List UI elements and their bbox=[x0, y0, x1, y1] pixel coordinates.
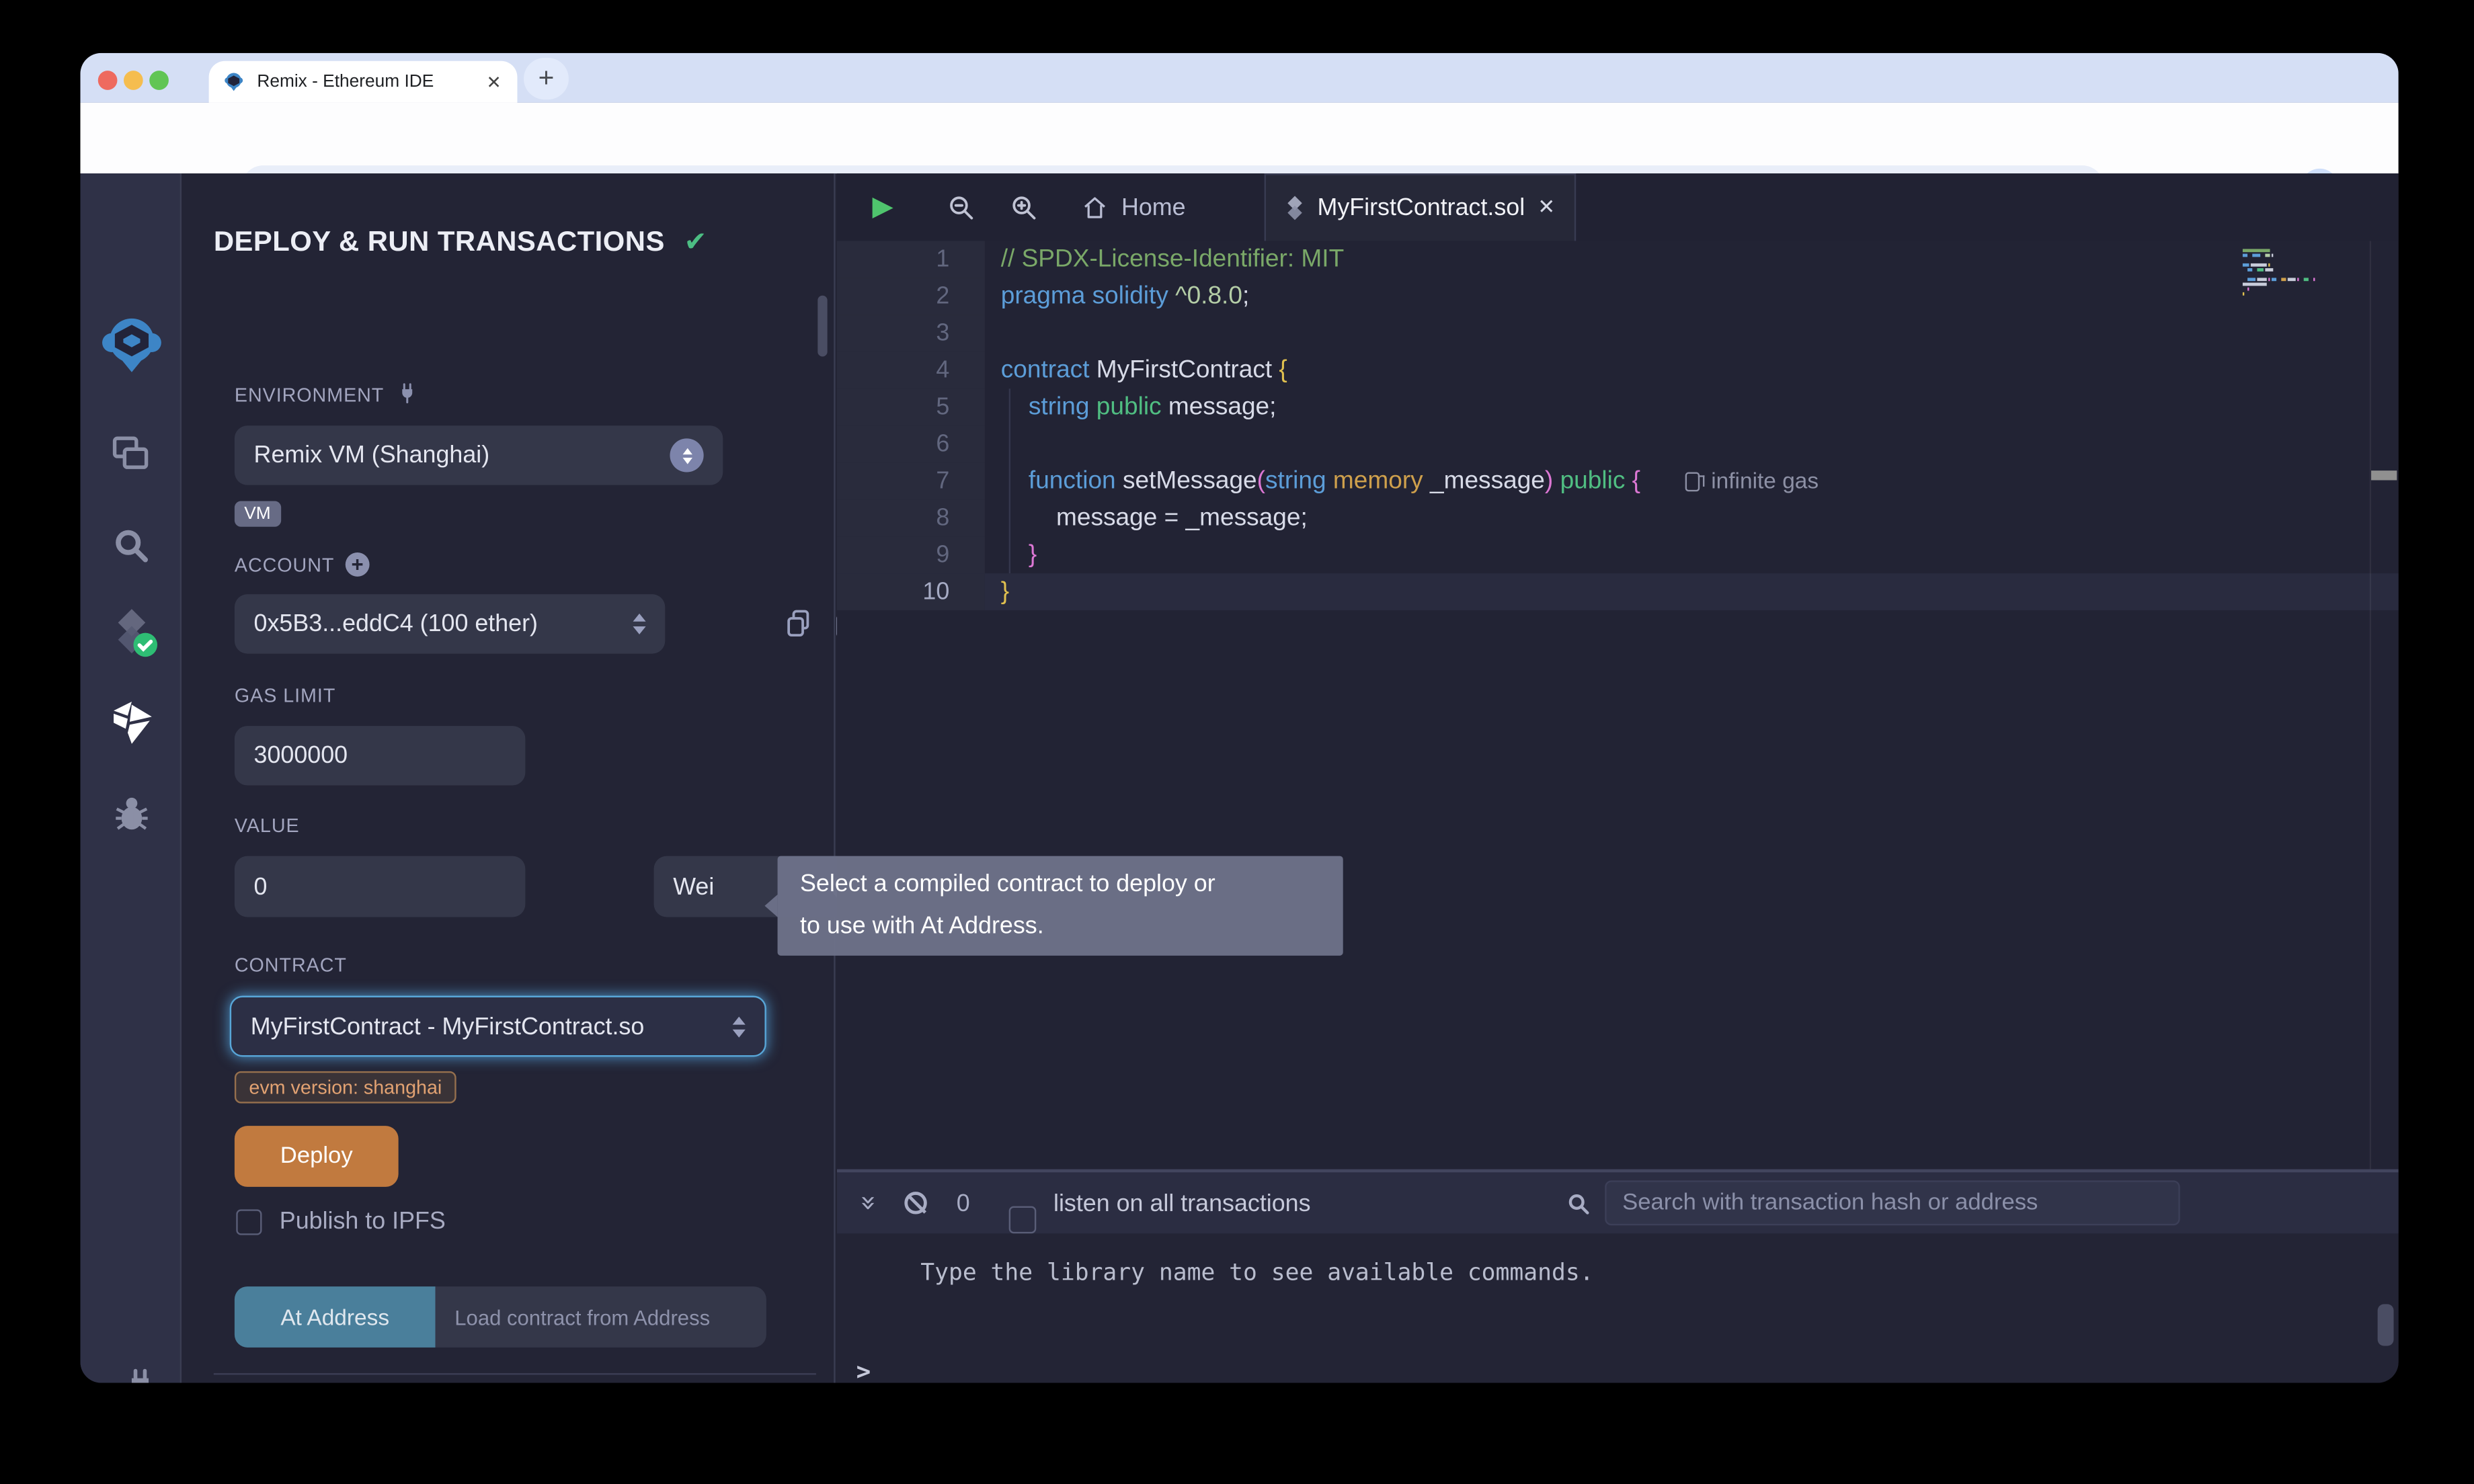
add-account-icon[interactable]: + bbox=[346, 552, 370, 577]
code-line: 2pragma solidity ^0.8.0; bbox=[837, 278, 2399, 315]
editor: ▶ Home MyFirstContract.sol ✕ bbox=[837, 173, 2399, 1169]
terminal-search-input[interactable] bbox=[1605, 1180, 2180, 1225]
traffic-minimize-button[interactable] bbox=[124, 70, 143, 89]
code-line: 9 } bbox=[837, 536, 2399, 573]
value-input[interactable] bbox=[235, 856, 526, 917]
code-line: 7 function setMessage(string memory _mes… bbox=[837, 462, 2399, 499]
search-icon[interactable] bbox=[80, 512, 182, 577]
tab-close-icon[interactable]: ✕ bbox=[483, 71, 505, 92]
vm-badge: VM bbox=[235, 501, 280, 527]
editor-toolbar: ▶ Home MyFirstContract.sol ✕ bbox=[837, 173, 2399, 241]
run-script-icon[interactable]: ▶ bbox=[873, 191, 893, 223]
at-address-input[interactable] bbox=[436, 1286, 766, 1348]
remix-favicon-icon bbox=[222, 70, 246, 94]
account-label: ACCOUNT bbox=[235, 553, 334, 575]
listen-transactions-label: listen on all transactions bbox=[1053, 1190, 1311, 1217]
gas-limit-input[interactable] bbox=[235, 726, 526, 785]
plugin-manager-icon[interactable] bbox=[80, 1356, 182, 1383]
icon-rail bbox=[80, 173, 182, 1383]
at-address-button[interactable]: At Address bbox=[235, 1286, 436, 1348]
compile-success-check-icon: ✔ bbox=[684, 226, 707, 258]
account-select[interactable]: 0x5B3...eddC4 (100 ether) bbox=[235, 594, 665, 653]
deploy-run-icon[interactable] bbox=[80, 691, 182, 755]
listen-transactions-checkbox[interactable] bbox=[1008, 1205, 1036, 1233]
terminal-clear-icon[interactable] bbox=[905, 1192, 927, 1214]
environment-stepper-icon bbox=[670, 438, 703, 472]
terminal-header: » 0 listen on all transactions bbox=[837, 1172, 2399, 1233]
terminal-scrollbar[interactable] bbox=[2378, 1304, 2394, 1346]
deploy-button[interactable]: Deploy bbox=[235, 1126, 399, 1187]
environment-plug-icon bbox=[395, 382, 420, 407]
contract-label: CONTRACT bbox=[235, 954, 347, 976]
terminal-collapse-icon[interactable]: » bbox=[852, 1194, 884, 1211]
indent-guide bbox=[1009, 388, 1010, 573]
debugger-icon[interactable] bbox=[80, 780, 182, 845]
terminal-search-icon bbox=[1564, 1190, 1592, 1217]
panel-divider bbox=[214, 1373, 816, 1374]
contract-tooltip: Select a compiled contract to deploy ort… bbox=[778, 856, 1343, 956]
contract-value: MyFirstContract - MyFirstContract.so bbox=[251, 1013, 733, 1040]
remix-app: DEPLOY & RUN TRANSACTIONS ✔ › ENVIRONMEN… bbox=[80, 173, 2398, 1383]
panel-scrollbar[interactable] bbox=[817, 296, 827, 357]
environment-select[interactable]: Remix VM (Shanghai) bbox=[235, 425, 723, 485]
environment-value: Remix VM (Shanghai) bbox=[254, 442, 670, 469]
terminal-prompt: > bbox=[856, 1357, 871, 1383]
solidity-file-icon bbox=[1285, 194, 1305, 222]
minimap[interactable] bbox=[2243, 249, 2342, 297]
code-line: 3 bbox=[837, 315, 2399, 352]
value-label: VALUE bbox=[235, 815, 300, 837]
code-line: 4contract MyFirstContract { bbox=[837, 352, 2399, 388]
deploy-run-panel: DEPLOY & RUN TRANSACTIONS ✔ › ENVIRONMEN… bbox=[183, 173, 835, 1383]
code-line: 1// SPDX-License-Identifier: MIT bbox=[837, 241, 2399, 278]
code-line: 5 string public message; bbox=[837, 388, 2399, 425]
terminal-count: 0 bbox=[957, 1190, 970, 1217]
code-area[interactable]: 1// SPDX-License-Identifier: MIT2pragma … bbox=[837, 241, 2399, 1169]
terminal: » 0 listen on all transactions Type the … bbox=[837, 1169, 2399, 1383]
gas-pump-icon bbox=[1685, 471, 1700, 491]
panel-title: DEPLOY & RUN TRANSACTIONS bbox=[214, 225, 665, 259]
tab-strip: Remix - Ethereum IDE ✕ + bbox=[80, 53, 2398, 103]
editor-scroll-gutter bbox=[2370, 241, 2371, 1169]
evm-version-badge: evm version: shanghai bbox=[235, 1071, 456, 1104]
zoom-out-icon[interactable] bbox=[946, 193, 976, 223]
traffic-zoom-button[interactable] bbox=[149, 70, 169, 89]
code-lines: 1// SPDX-License-Identifier: MIT2pragma … bbox=[837, 241, 2399, 610]
tab-myfirstcontract[interactable]: MyFirstContract.sol ✕ bbox=[1265, 173, 1577, 241]
screen: Remix - Ethereum IDE ✕ + remix.ethereum.… bbox=[0, 0, 2474, 1484]
gas-limit-label: GAS LIMIT bbox=[235, 684, 335, 706]
account-stepper-icon bbox=[633, 614, 646, 634]
home-icon bbox=[1081, 194, 1109, 221]
solidity-compiler-icon[interactable] bbox=[80, 599, 182, 663]
active-tab-label: MyFirstContract.sol bbox=[1317, 194, 1525, 222]
tab-title: Remix - Ethereum IDE bbox=[257, 73, 483, 92]
tab-close-icon[interactable]: ✕ bbox=[1538, 196, 1555, 220]
contract-select[interactable]: MyFirstContract - MyFirstContract.so bbox=[230, 996, 766, 1057]
new-tab-button[interactable]: + bbox=[524, 58, 569, 99]
browser-tab[interactable]: Remix - Ethereum IDE ✕ bbox=[209, 61, 518, 103]
code-line: 6 bbox=[837, 425, 2399, 462]
publish-ipfs-label: Publish to IPFS bbox=[280, 1208, 446, 1235]
file-explorer-icon[interactable] bbox=[80, 421, 182, 485]
code-line: 8 message = _message; bbox=[837, 499, 2399, 536]
tab-home[interactable]: Home bbox=[1062, 173, 1205, 241]
publish-ipfs-checkbox[interactable] bbox=[236, 1209, 262, 1235]
browser-window: Remix - Ethereum IDE ✕ + remix.ethereum.… bbox=[80, 53, 2398, 1383]
home-tab-label: Home bbox=[1121, 194, 1186, 221]
copy-account-icon[interactable] bbox=[783, 607, 816, 641]
remix-logo-icon[interactable] bbox=[80, 315, 182, 379]
terminal-message: Type the library name to see available c… bbox=[920, 1261, 1593, 1286]
zoom-in-icon[interactable] bbox=[1009, 193, 1039, 223]
editor-scroll-marker bbox=[2371, 470, 2397, 480]
environment-label: ENVIRONMENT bbox=[235, 383, 384, 405]
contract-stepper-icon bbox=[733, 1016, 746, 1036]
code-line: 10} bbox=[837, 573, 2399, 610]
account-value: 0x5B3...eddC4 (100 ether) bbox=[254, 610, 633, 638]
url-bar: remix.ethereum.org/#lang=en&optimize=fal… bbox=[80, 103, 2398, 173]
traffic-close-button[interactable] bbox=[98, 70, 118, 89]
